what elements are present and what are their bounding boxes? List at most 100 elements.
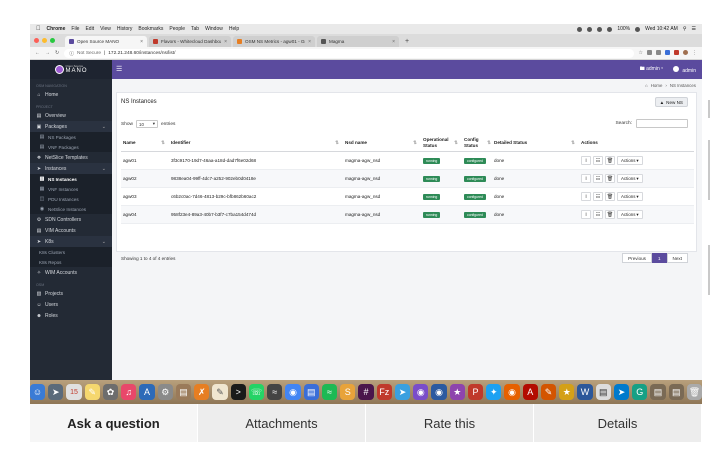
sidebar-item-packages[interactable]: ▣ Packages ⌄ <box>30 121 112 132</box>
tab-attachments[interactable]: Attachments <box>198 404 366 442</box>
archive-utility-icon[interactable]: ▤ <box>175 384 192 400</box>
menu-list-icon[interactable]: ☰ <box>692 26 696 32</box>
sidebar-item-users[interactable]: ☺ Users <box>30 299 112 310</box>
sidebar-item-pdu-instances[interactable]: ◫ PDU Instances <box>30 194 112 204</box>
document-icon[interactable]: ▤ <box>595 384 611 400</box>
browser-tab[interactable]: Magma × <box>317 36 399 47</box>
app-store-icon[interactable]: A <box>139 384 155 400</box>
textedit-icon[interactable]: ✎ <box>212 384 228 400</box>
sidebar-item-home[interactable]: ⌂ Home <box>30 89 112 100</box>
menu-app-name[interactable]: Chrome <box>47 26 66 32</box>
menu-file[interactable]: File <box>71 26 79 32</box>
menu-help[interactable]: Help <box>229 26 239 32</box>
launchpad-icon[interactable]: ➤ <box>48 384 64 400</box>
apple-icon[interactable]:  <box>36 26 41 32</box>
downloads-folder-icon[interactable]: ▤ <box>650 384 666 400</box>
close-window-icon[interactable] <box>34 38 39 43</box>
status-icon[interactable] <box>587 26 593 32</box>
info-button[interactable]: i <box>581 174 591 183</box>
menu-tab[interactable]: Tab <box>191 26 199 32</box>
sidebar-item-projects[interactable]: ▧ Projects <box>30 288 112 299</box>
column-header-operational-status[interactable]: Operational Status ⇅ <box>421 137 462 148</box>
menu-edit[interactable]: Edit <box>85 26 94 32</box>
word-icon[interactable]: W <box>577 384 593 400</box>
wifi-icon[interactable] <box>607 26 613 32</box>
chrome-icon[interactable]: ◉ <box>285 384 301 400</box>
column-header-config-status[interactable]: Config Status ⇅ <box>462 137 492 148</box>
tab-ask-a-question[interactable]: Ask a question <box>30 404 198 442</box>
tab-details[interactable]: Details <box>534 404 702 442</box>
sublime-icon[interactable]: S <box>340 384 356 400</box>
sidebar-item-k8s-clusters[interactable]: K8s Clusters <box>30 247 112 257</box>
extension-icon[interactable] <box>647 50 652 55</box>
star-icon[interactable]: ☆ <box>639 50 643 56</box>
finder-icon[interactable]: ☺ <box>29 384 46 400</box>
system-preferences-icon[interactable]: ⚙ <box>157 384 173 400</box>
topology-button[interactable]: ☷ <box>593 192 603 201</box>
maps-icon[interactable]: ➤ <box>394 384 411 400</box>
sidebar-item-ns-instances[interactable]: ▧ NS Instances <box>30 174 112 184</box>
zoom-window-icon[interactable] <box>50 38 55 43</box>
sidebar-item-ns-packages[interactable]: ▤ NS Packages <box>30 132 112 142</box>
next-page-button[interactable]: Next <box>666 253 688 263</box>
delete-button[interactable]: 🗑 <box>605 174 615 183</box>
profile-avatar-icon[interactable] <box>683 50 688 55</box>
music-icon[interactable]: ♫ <box>121 384 137 400</box>
actions-dropdown[interactable]: Actions ▾ <box>617 174 643 183</box>
back-icon[interactable]: ← <box>35 50 40 56</box>
close-tab-icon[interactable]: × <box>392 39 395 45</box>
app-icon[interactable]: ★ <box>559 384 575 400</box>
pages-icon[interactable]: ✎ <box>540 384 557 400</box>
project-selector[interactable]: 🖿 admin ▾ <box>640 66 663 74</box>
whatsapp-icon[interactable]: ☏ <box>248 384 265 400</box>
delete-button[interactable]: 🗑 <box>605 156 615 165</box>
terminal-icon[interactable]: > <box>230 384 246 400</box>
sidebar-item-roles[interactable]: ☻ Roles <box>30 310 112 321</box>
menubar-clock[interactable]: Wed 10:42 AM <box>645 26 678 32</box>
battery-icon[interactable] <box>635 26 641 32</box>
slack-icon[interactable]: # <box>358 384 374 400</box>
delete-button[interactable]: 🗑 <box>605 210 615 219</box>
info-button[interactable]: i <box>581 210 591 219</box>
info-button[interactable]: i <box>581 192 591 201</box>
sidebar-item-k8s[interactable]: ➤ K8s ⌄ <box>30 236 112 247</box>
forward-icon[interactable]: → <box>45 50 50 56</box>
app-icon[interactable]: G <box>632 384 648 400</box>
sidebar-item-vnf-instances[interactable]: ▦ VNF Instances <box>30 184 112 194</box>
osm-logo[interactable]: Open Source MANO <box>30 60 112 79</box>
notes-icon[interactable]: ✎ <box>84 384 100 400</box>
actions-dropdown[interactable]: Actions ▾ <box>617 192 643 201</box>
sidebar-item-wim-accounts[interactable]: ✧ WIM Accounts <box>30 267 112 278</box>
breadcrumb-home[interactable]: Home <box>651 83 663 88</box>
extension-icon[interactable] <box>656 50 661 55</box>
minimize-window-icon[interactable] <box>42 38 47 43</box>
notes-blue-icon[interactable]: ▤ <box>303 384 319 400</box>
sidebar-item-instances[interactable]: ➤ Instances ⌄ <box>30 163 112 174</box>
column-header-name[interactable]: Name ⇅ <box>121 140 169 145</box>
sidebar-item-sdn-controllers[interactable]: ⚙ SDN Controllers <box>30 214 112 225</box>
topology-button[interactable]: ☷ <box>593 156 603 165</box>
topology-button[interactable]: ☷ <box>593 174 603 183</box>
app-icon[interactable]: ◉ <box>431 384 447 400</box>
imovie-icon[interactable]: ★ <box>449 384 465 400</box>
column-header-identifier[interactable]: Identifier ⇅ <box>169 140 343 145</box>
sidebar-item-overview[interactable]: ▤ Overview <box>30 110 112 121</box>
firefox-icon[interactable]: ◉ <box>504 384 520 400</box>
column-header-nsd-name[interactable]: Nsd name ⇅ <box>343 140 421 145</box>
photos-icon[interactable]: ✿ <box>102 384 119 400</box>
info-button[interactable]: i <box>581 156 591 165</box>
battery-percent[interactable]: 100% <box>617 26 630 32</box>
close-tab-icon[interactable]: × <box>308 39 311 45</box>
tool-icon[interactable]: ✗ <box>194 384 210 400</box>
pdf-icon[interactable]: P <box>467 384 484 400</box>
menu-view[interactable]: View <box>100 26 111 32</box>
address-field[interactable]: ⓘ Not Secure | 172.21.248.60/instances/n… <box>64 48 634 58</box>
page-1-button[interactable]: 1 <box>651 253 667 263</box>
activity-monitor-icon[interactable]: ≈ <box>267 384 283 400</box>
column-header-detailed-status[interactable]: Detailed Status ⇅ <box>492 140 579 145</box>
actions-dropdown[interactable]: Actions ▾ <box>617 156 643 165</box>
sidebar-item-vnf-packages[interactable]: ▤ VNF Packages <box>30 142 112 152</box>
app-icon[interactable]: ◉ <box>413 384 429 400</box>
menu-people[interactable]: People <box>169 26 185 32</box>
spotify-icon[interactable]: ≈ <box>321 384 338 400</box>
